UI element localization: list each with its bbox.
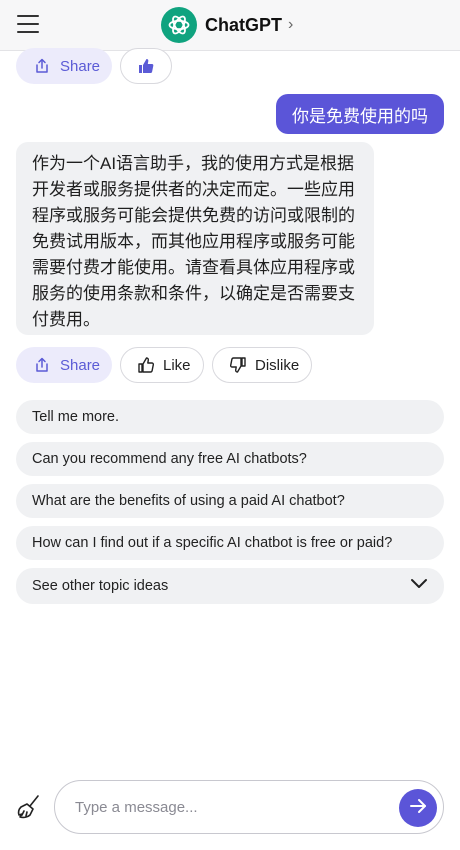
top-bar: ChatGPT ›: [0, 0, 460, 51]
suggestion-chip[interactable]: How can I find out if a specific AI chat…: [16, 526, 444, 560]
app-title: ChatGPT: [205, 14, 283, 35]
share-icon: [34, 357, 50, 373]
like-label: Like: [163, 356, 191, 374]
suggestion-chip[interactable]: What are the benefits of using a paid AI…: [16, 484, 444, 518]
share-icon: [34, 58, 50, 74]
thumbs-down-icon: [229, 356, 247, 374]
suggestion-chip[interactable]: Tell me more.: [16, 400, 444, 434]
message-input[interactable]: [75, 795, 385, 819]
arrow-right-icon: [408, 796, 428, 821]
chatgpt-logo-icon: [161, 7, 197, 43]
like-button-previous[interactable]: [120, 48, 172, 84]
chevron-down-icon: [410, 578, 428, 594]
see-other-topics-label: See other topic ideas: [32, 578, 169, 594]
bot-message-bubble: 作为一个AI语言助手，我的使用方式是根据开发者或服务提供者的决定而定。一些应用程…: [16, 142, 374, 335]
share-button[interactable]: Share: [16, 347, 112, 383]
share-button-previous[interactable]: Share: [16, 48, 112, 84]
thumbs-up-filled-icon: [137, 57, 155, 75]
dislike-button[interactable]: Dislike: [212, 347, 312, 383]
broom-icon[interactable]: [16, 793, 44, 821]
brand-title-button[interactable]: ChatGPT ›: [161, 7, 293, 43]
send-button[interactable]: [399, 789, 437, 827]
dislike-label: Dislike: [255, 356, 300, 374]
hamburger-menu-icon[interactable]: [17, 15, 39, 33]
message-composer: [54, 780, 444, 834]
thumbs-up-icon: [137, 356, 155, 374]
like-button[interactable]: Like: [120, 347, 204, 383]
share-label: Share: [60, 356, 101, 374]
see-other-topics-button[interactable]: See other topic ideas: [16, 568, 444, 604]
chevron-right-icon: ›: [288, 16, 294, 33]
user-message-bubble: 你是免费使用的吗: [276, 94, 444, 134]
suggestion-chip[interactable]: Can you recommend any free AI chatbots?: [16, 442, 444, 476]
share-label: Share: [60, 57, 101, 75]
